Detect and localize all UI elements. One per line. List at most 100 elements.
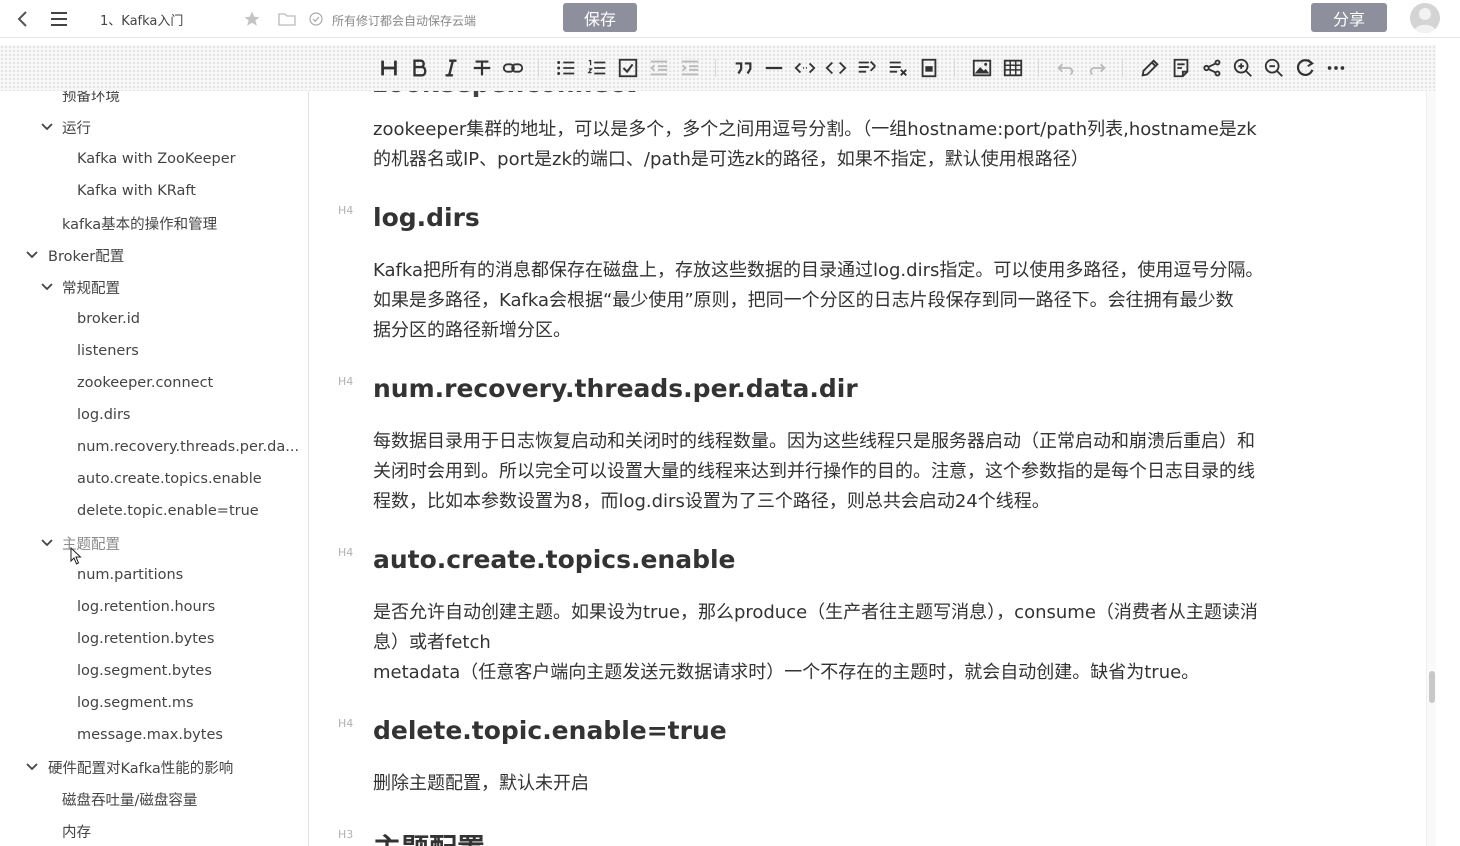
toolbar-divider — [1122, 59, 1123, 77]
section-heading[interactable]: auto.create.topics.enable — [373, 545, 736, 574]
redo-icon[interactable] — [1084, 55, 1110, 81]
outline-item[interactable]: zookeeper.connect — [77, 371, 213, 395]
outline-item[interactable]: message.max.bytes — [77, 723, 223, 747]
paragraph-line: metadata（任意客户端向主题发送元数据请求时）一个不存在的主题时，就会自动… — [373, 662, 1200, 683]
paragraph[interactable]: 每数据目录用于日志恢复启动和关闭时的线程数量。因为这些线程只是服务器启动（正常启… — [373, 427, 1363, 517]
chevron-down-icon[interactable] — [40, 280, 54, 294]
outline-item[interactable]: log.retention.bytes — [77, 627, 214, 651]
image-icon[interactable] — [969, 55, 995, 81]
back-icon[interactable] — [11, 7, 35, 31]
folder-icon[interactable] — [275, 7, 299, 31]
section-heading[interactable]: 主题配置 — [373, 827, 485, 846]
editor-toolbar — [0, 45, 1436, 91]
chevron-down-icon[interactable] — [25, 248, 39, 262]
paragraph-line: zookeeper集群的地址，可以是多个，多个之间用逗号分割。（一组hostna… — [373, 119, 1257, 140]
outline-item[interactable]: auto.create.topics.enable — [77, 467, 262, 491]
mouse-cursor-icon — [70, 546, 82, 569]
heading-level-marker: H4 — [338, 375, 354, 388]
outline-item[interactable]: Broker配置 — [48, 243, 124, 267]
toolbar-divider — [715, 59, 716, 77]
top-bar: 1、Kafka入门 所有修订都会自动保存云端 保存 分享 — [0, 0, 1460, 38]
outline-item[interactable]: delete.topic.enable=true — [77, 499, 259, 523]
strikethrough-icon[interactable] — [469, 55, 495, 81]
document-title[interactable]: 1、Kafka入门 — [100, 10, 183, 29]
outline-item[interactable]: log.dirs — [77, 403, 130, 427]
outline-item[interactable]: log.retention.hours — [77, 595, 215, 619]
heading-level-marker: H4 — [338, 204, 354, 217]
outdent-icon[interactable] — [646, 55, 672, 81]
content-scrollbar[interactable] — [1426, 91, 1436, 846]
note-icon[interactable] — [1168, 55, 1194, 81]
paragraph-line: 据分区的路径新增分区。 — [373, 320, 571, 341]
horizontal-rule-icon[interactable] — [761, 55, 787, 81]
autosave-status: 所有修订都会自动保存云端 — [332, 14, 477, 28]
heading-level-marker: H4 — [338, 717, 354, 730]
chevron-down-icon[interactable] — [40, 120, 54, 134]
paragraph-line: Kafka把所有的消息都保存在磁盘上，存放这些数据的目录通过log.dirs指定… — [373, 260, 1264, 281]
avatar[interactable] — [1410, 3, 1440, 33]
scrollbar-thumb[interactable] — [1429, 671, 1435, 703]
editor-content[interactable]: zookeeper.connect zookeeper集群的地址，可以是多个，多… — [310, 91, 1426, 846]
section-heading[interactable]: log.dirs — [373, 203, 480, 232]
outline-item[interactable]: log.segment.ms — [77, 691, 194, 715]
undo-icon[interactable] — [1053, 55, 1079, 81]
menu-icon[interactable] — [47, 7, 71, 31]
mind-map-icon[interactable] — [1199, 55, 1225, 81]
toolbar-divider — [538, 59, 539, 77]
outline-item[interactable]: num.recovery.threads.per.da... — [77, 435, 299, 459]
outline-item[interactable]: listeners — [77, 339, 139, 363]
zoom-out-icon[interactable] — [1261, 55, 1287, 81]
refresh-icon[interactable] — [1292, 55, 1318, 81]
table-of-contents-icon[interactable] — [854, 55, 880, 81]
outline-item[interactable]: 内存 — [62, 819, 91, 843]
pen-icon[interactable] — [1137, 55, 1163, 81]
outline-item[interactable]: Kafka with KRaft — [77, 179, 196, 203]
outline-item[interactable]: log.segment.bytes — [77, 659, 212, 683]
paragraph-line: 的机器名或IP、port是zk的端口、/path是可选zk的路径，如果不指定，默… — [373, 149, 1089, 170]
section-heading[interactable]: delete.topic.enable=true — [373, 716, 727, 745]
bullet-list-icon[interactable] — [553, 55, 579, 81]
indent-icon[interactable] — [677, 55, 703, 81]
italic-icon[interactable] — [438, 55, 464, 81]
chevron-down-icon[interactable] — [25, 760, 39, 774]
paragraph[interactable]: 删除主题配置，默认未开启 — [373, 769, 1363, 799]
zoom-in-icon[interactable] — [1230, 55, 1256, 81]
outline-item[interactable]: broker.id — [77, 307, 140, 331]
link-icon[interactable] — [500, 55, 526, 81]
outline-item[interactable]: 运行 — [62, 115, 91, 139]
paragraph-line: 息）或者fetch — [373, 632, 491, 653]
outline-item[interactable]: 磁盘吞吐量/磁盘容量 — [62, 787, 197, 811]
outline-item[interactable]: kafka基本的操作和管理 — [62, 211, 217, 235]
paragraph-line: 程数，比如本参数设置为8，而log.dirs设置为了三个路径，则总共会启动24个… — [373, 491, 1050, 512]
section-heading[interactable]: num.recovery.threads.per.data.dir — [373, 374, 858, 403]
toolbar-divider — [954, 59, 955, 77]
star-icon[interactable] — [240, 7, 264, 31]
paragraph-line: 是否允许自动创建主题。如果设为true，那么produce（生产者往主题写消息）… — [373, 602, 1258, 623]
more-icon[interactable] — [1323, 55, 1349, 81]
code-block-icon[interactable] — [823, 55, 849, 81]
outline-item[interactable]: num.partitions — [77, 563, 183, 587]
chevron-down-icon[interactable] — [40, 536, 54, 550]
share-button[interactable]: 分享 — [1311, 3, 1387, 32]
paragraph[interactable]: 是否允许自动创建主题。如果设为true，那么produce（生产者往主题写消息）… — [373, 598, 1363, 688]
heading-icon[interactable] — [376, 55, 402, 81]
paragraph-line: 每数据目录用于日志恢复启动和关闭时的线程数量。因为这些线程只是服务器启动（正常启… — [373, 431, 1255, 452]
toolbar-divider — [1038, 59, 1039, 77]
outline-item[interactable]: 预备环境 — [62, 91, 120, 107]
inline-code-icon[interactable] — [792, 55, 818, 81]
table-icon[interactable] — [1000, 55, 1026, 81]
outline-item[interactable]: 常规配置 — [62, 275, 120, 299]
paragraph-line: 如果是多路径，Kafka会根据“最少使用”原则，把同一个分区的日志片段保存到同一… — [373, 290, 1234, 311]
clear-format-icon[interactable] — [885, 55, 911, 81]
task-list-icon[interactable] — [615, 55, 641, 81]
clipped-heading: zookeeper.connect — [373, 91, 636, 98]
quote-icon[interactable] — [730, 55, 756, 81]
ordered-list-icon[interactable] — [584, 55, 610, 81]
attachment-icon[interactable] — [916, 55, 942, 81]
outline-item[interactable]: 硬件配置对Kafka性能的影响 — [48, 755, 233, 779]
outline-item[interactable]: Kafka with ZooKeeper — [77, 147, 236, 171]
paragraph[interactable]: zookeeper集群的地址，可以是多个，多个之间用逗号分割。（一组hostna… — [373, 115, 1363, 175]
paragraph[interactable]: Kafka把所有的消息都保存在磁盘上，存放这些数据的目录通过log.dirs指定… — [373, 256, 1363, 346]
save-button[interactable]: 保存 — [563, 3, 637, 32]
bold-icon[interactable] — [407, 55, 433, 81]
